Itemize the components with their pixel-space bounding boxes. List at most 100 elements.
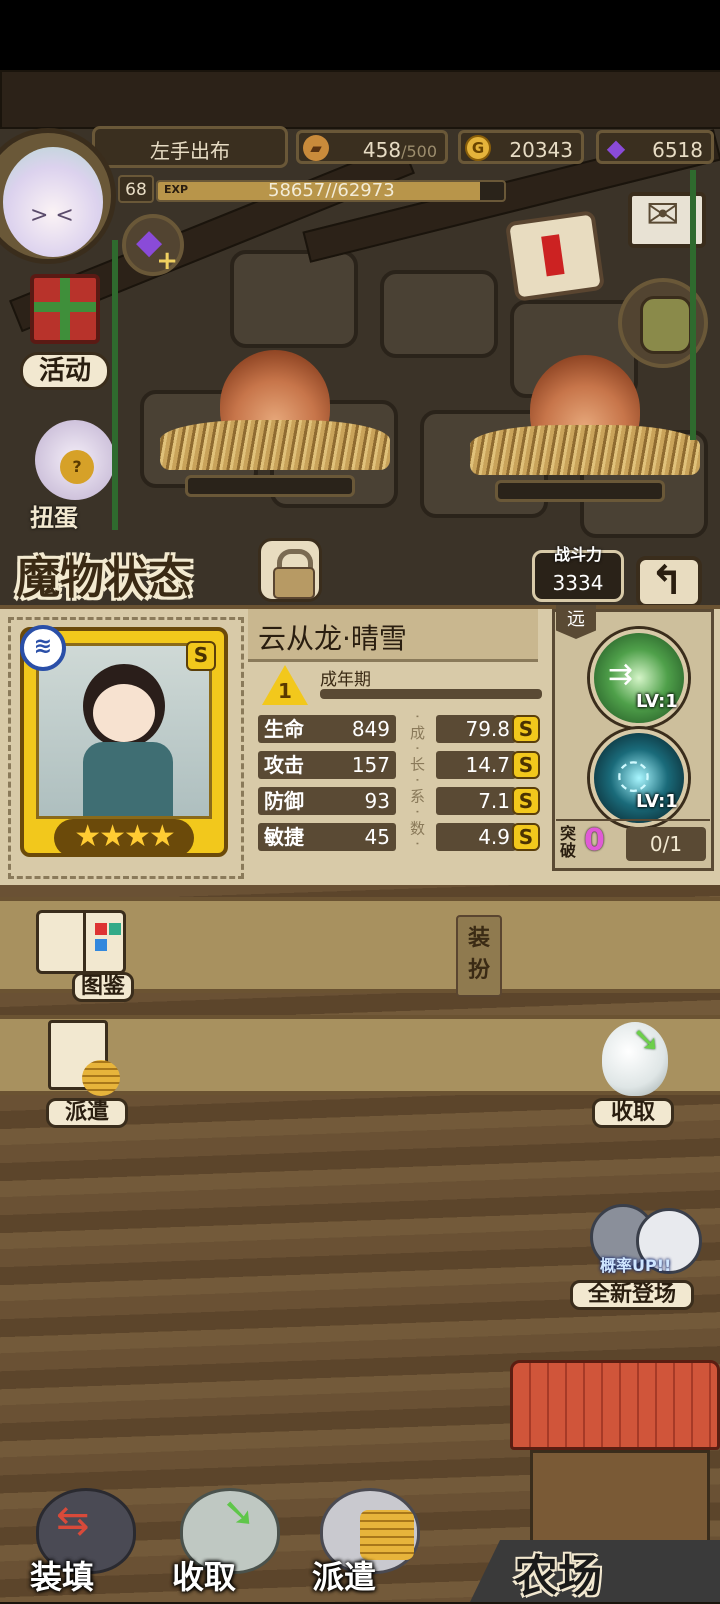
skill-slot-2[interactable]: ◌ bbox=[590, 729, 688, 827]
exp-bar: EXP 58657//62973 bbox=[156, 180, 506, 202]
farm-pen bbox=[530, 1450, 710, 1550]
growth-agility: 4.9 bbox=[436, 823, 516, 851]
vine-pole bbox=[112, 240, 118, 530]
bottom-collect-button[interactable]: ➘ 收取 bbox=[160, 1488, 290, 1598]
player-level: 68 bbox=[125, 180, 147, 200]
catalog-button[interactable]: 图鉴 bbox=[30, 910, 134, 1004]
rate-up-label: 概率UP!! bbox=[600, 1256, 672, 1275]
swap-arrow-icon: ⇆ bbox=[56, 1498, 90, 1544]
scroll-icon bbox=[504, 210, 606, 302]
stage-progress-bar bbox=[320, 689, 542, 699]
player-name-plate[interactable]: 左手出布 bbox=[92, 126, 288, 168]
status-bar-area bbox=[0, 0, 720, 70]
grade-badge: S bbox=[512, 715, 540, 743]
monster-card[interactable]: ≋ S ★★★★ bbox=[20, 625, 228, 857]
backpack-icon bbox=[640, 296, 692, 354]
activity-button[interactable]: 活动 bbox=[10, 274, 120, 394]
activity-label: 活动 bbox=[20, 352, 110, 390]
skill-2-level: LV:1 bbox=[636, 791, 678, 812]
growth-coefficient-label: ·成·长·系·数· bbox=[408, 714, 426, 852]
egg-nest-left[interactable] bbox=[160, 340, 390, 497]
breakthrough-row: 突破 0 0/1 bbox=[556, 819, 710, 867]
gacha-button[interactable]: ? 扭蛋 bbox=[20, 410, 120, 532]
catalog-label: 图鉴 bbox=[72, 972, 134, 1002]
panel-title-banner: 魔物状态 bbox=[10, 540, 240, 604]
nest-straw bbox=[470, 425, 700, 475]
grade-badge: S bbox=[512, 823, 540, 851]
lock-icon bbox=[273, 567, 315, 599]
bread-icon: ▰ bbox=[303, 135, 329, 161]
monster-face bbox=[93, 684, 155, 742]
gold-value: 20343 bbox=[509, 138, 573, 162]
farm-tab[interactable]: 农场 bbox=[470, 1540, 720, 1602]
load-label: 装填 bbox=[30, 1558, 95, 1596]
gold-resource[interactable]: G 20343 bbox=[458, 130, 584, 164]
avatar-face-icon: > < bbox=[30, 203, 74, 228]
monster-cloak bbox=[83, 742, 173, 816]
gacha-label: 扭蛋 bbox=[30, 504, 78, 532]
panel-title: 魔物状态 bbox=[16, 553, 192, 604]
combat-power-box: 战斗力 3334 bbox=[532, 545, 624, 602]
monster-grade-badge: S bbox=[186, 641, 216, 671]
collect-button[interactable]: ➘ 收取 bbox=[592, 1020, 682, 1130]
star-rating: ★★★★ bbox=[54, 819, 194, 857]
gem-value: 6518 bbox=[652, 138, 703, 162]
breakthrough-count: 0 bbox=[584, 823, 605, 858]
bread-current: 458 bbox=[362, 138, 402, 162]
skill-1-level: LV:1 bbox=[636, 691, 678, 712]
quest-scroll-button[interactable] bbox=[500, 206, 610, 316]
growth-attack: 14.7 bbox=[436, 751, 516, 779]
ceiling-beam bbox=[0, 70, 720, 129]
rank-badge: 1 bbox=[262, 665, 308, 705]
gem-resource[interactable]: ◆ 6518 bbox=[596, 130, 714, 164]
book-icon bbox=[36, 910, 126, 974]
add-gem-button[interactable]: ◆ + bbox=[122, 214, 184, 276]
stat-attack: 攻击 157 bbox=[258, 751, 396, 779]
skill-slot-1[interactable]: ⇉ bbox=[590, 629, 688, 727]
breakthrough-progress: 0/1 bbox=[626, 827, 706, 861]
monster-name: 云从龙·晴雪 bbox=[258, 622, 407, 655]
farm-building[interactable] bbox=[510, 1360, 720, 1560]
farm-label: 农场 bbox=[514, 1551, 602, 1602]
growth-hp: 79.8 bbox=[436, 715, 516, 743]
exp-label: EXP bbox=[164, 183, 189, 196]
growth-stage: 成年期 bbox=[320, 670, 371, 690]
outfit-label: 装扮 bbox=[468, 926, 491, 983]
floor-stone bbox=[230, 250, 358, 348]
stat-agility: 敏捷 45 bbox=[258, 823, 396, 851]
farm-roof bbox=[510, 1360, 720, 1450]
water-element-icon: ≋ bbox=[20, 625, 66, 671]
nest-progress-bar bbox=[495, 480, 665, 502]
gift-box-icon bbox=[30, 274, 100, 344]
green-arrow-icon: ➘ bbox=[222, 1490, 256, 1536]
new-arrival-button[interactable]: 概率UP!! 全新登场 bbox=[566, 1196, 716, 1316]
monster-status-panel: ≋ S ★★★★ 云从龙·晴雪 1 成年期 生命 849 攻击 157 防御 93 敏… bbox=[0, 605, 720, 893]
coin-stack-icon bbox=[82, 1060, 120, 1096]
bread-max: /500 bbox=[401, 142, 437, 161]
lock-button[interactable] bbox=[258, 538, 322, 602]
outfit-button[interactable]: 装扮 bbox=[456, 915, 502, 997]
combat-power-value: 3334 bbox=[552, 571, 604, 595]
bread-resource[interactable]: ▰ 458/500 bbox=[296, 130, 448, 164]
player-level-badge: 68 bbox=[118, 175, 154, 203]
dispatch-label: 派遣 bbox=[312, 1558, 377, 1596]
bottom-load-button[interactable]: ⇆ 装填 bbox=[20, 1488, 146, 1598]
grade-badge: S bbox=[512, 751, 540, 779]
dispatch-label: 派遣 bbox=[46, 1098, 128, 1128]
plus-icon: + bbox=[156, 246, 178, 276]
arrow-volley-icon: ⇉ bbox=[608, 657, 634, 692]
monster-name-plate: 云从龙·晴雪 bbox=[248, 609, 538, 662]
nest-progress-bar bbox=[185, 475, 355, 497]
purple-gem-icon: ◆ bbox=[606, 134, 626, 162]
back-button[interactable]: ↰ bbox=[636, 556, 702, 608]
dispatch-button[interactable]: 派遣 bbox=[42, 1020, 130, 1130]
return-arrow-icon: ↰ bbox=[650, 558, 684, 604]
green-arrow-icon: ➘ bbox=[632, 1020, 661, 1060]
exp-text: 58657//62973 bbox=[268, 180, 395, 201]
player-name: 左手出布 bbox=[150, 139, 230, 163]
gold-coin-icon: G bbox=[465, 135, 491, 161]
nest-straw bbox=[160, 420, 390, 470]
envelope-icon: ✉ bbox=[646, 192, 680, 238]
bottom-dispatch-button[interactable]: 派遣 bbox=[300, 1488, 430, 1598]
stat-hp: 生命 849 bbox=[258, 715, 396, 743]
